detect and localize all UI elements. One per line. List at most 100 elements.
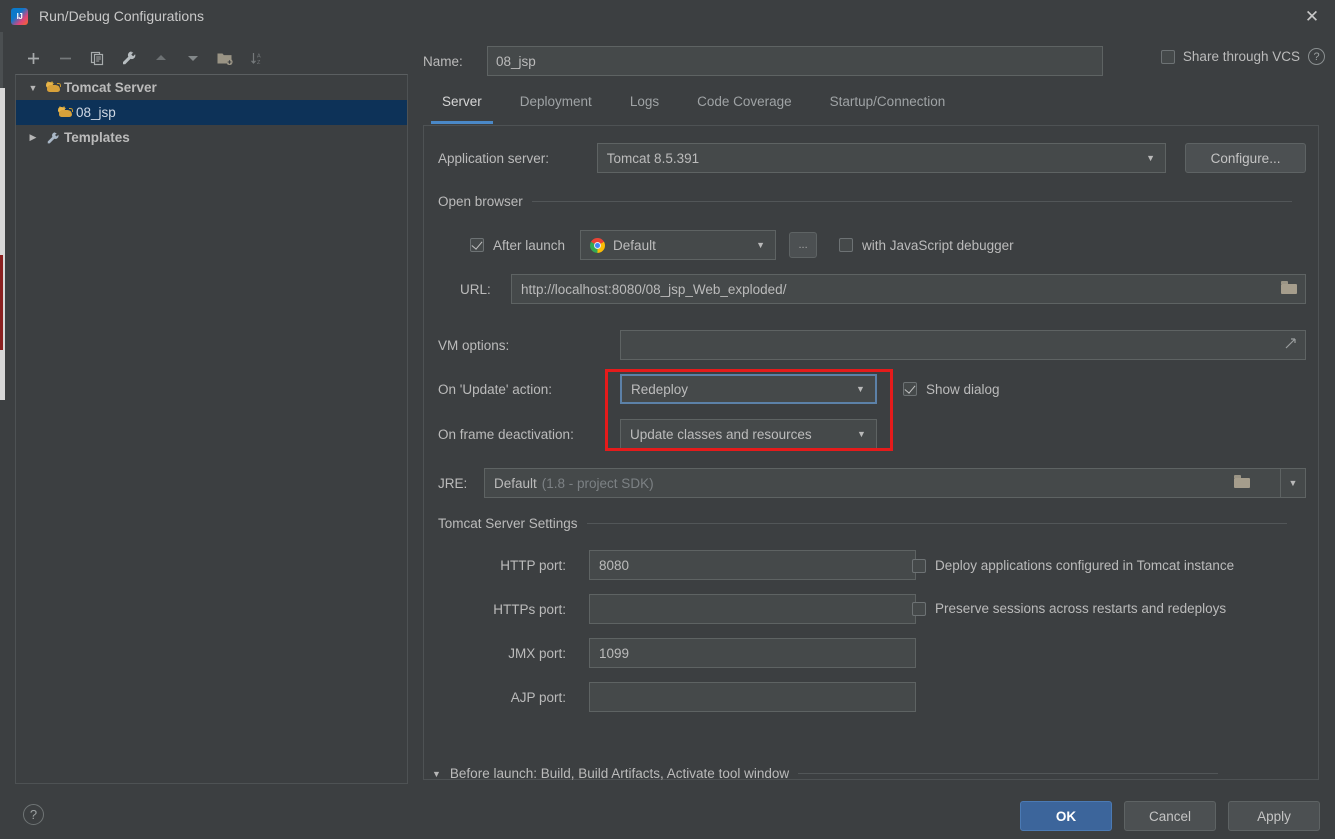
share-through-vcs-checkbox[interactable] xyxy=(1160,49,1175,64)
chevron-down-icon[interactable]: ▼ xyxy=(1285,478,1302,488)
vm-options-input[interactable] xyxy=(620,330,1306,360)
on-frame-deactivation-value: Update classes and resources xyxy=(630,426,812,442)
http-port-input[interactable]: 8080 xyxy=(589,550,916,580)
svg-text:Z: Z xyxy=(257,60,261,66)
url-row: URL: http://localhost:8080/08_jsp_Web_ex… xyxy=(460,274,1306,304)
show-dialog-label: Show dialog xyxy=(926,381,1000,397)
create-folder-button[interactable] xyxy=(210,45,240,71)
on-update-action-row: On 'Update' action: Redeploy ▼ Show dial… xyxy=(438,374,1000,404)
chevron-down-icon[interactable]: ▼ xyxy=(24,83,42,93)
on-update-action-combo[interactable]: Redeploy ▼ xyxy=(620,374,877,404)
intellij-idea-icon xyxy=(11,7,28,25)
folder-icon[interactable] xyxy=(1281,281,1297,297)
https-port-input[interactable] xyxy=(589,594,916,624)
chrome-icon xyxy=(590,237,606,253)
jmx-port-input[interactable]: 1099 xyxy=(589,638,916,668)
tree-item-label: 08_jsp xyxy=(76,105,116,120)
tree-item-label: Tomcat Server xyxy=(64,80,157,95)
expand-icon[interactable] xyxy=(1284,337,1297,353)
js-debugger-checkbox[interactable] xyxy=(839,238,854,252)
after-launch-checkbox[interactable] xyxy=(470,238,484,252)
open-browser-label: Open browser xyxy=(438,194,523,209)
add-configuration-button[interactable] xyxy=(18,45,48,71)
tab-server[interactable]: Server xyxy=(423,90,501,124)
configurations-sidebar: A Z ▼ Tomcat Server 08_jsp ▶ Templates xyxy=(15,44,408,784)
apply-button[interactable]: Apply xyxy=(1228,801,1320,831)
tab-startup-connection[interactable]: Startup/Connection xyxy=(811,90,965,123)
chevron-down-icon[interactable]: ▼ xyxy=(1142,153,1159,163)
jre-value: Default xyxy=(494,475,537,491)
application-server-label: Application server: xyxy=(438,150,550,166)
divider xyxy=(531,201,1292,202)
show-dialog-checkbox[interactable] xyxy=(903,382,917,396)
ajp-port-row: AJP port: xyxy=(462,682,916,712)
browser-settings-button[interactable]: ... xyxy=(789,232,818,258)
remove-configuration-button[interactable] xyxy=(50,45,80,71)
tab-deployment[interactable]: Deployment xyxy=(501,90,611,123)
help-icon[interactable]: ? xyxy=(1308,48,1325,65)
chevron-down-icon[interactable]: ▼ xyxy=(852,384,869,394)
on-update-action-label: On 'Update' action: xyxy=(438,381,552,397)
title-bar: Run/Debug Configurations ✕ xyxy=(0,0,1335,32)
on-frame-deactivation-combo[interactable]: Update classes and resources ▼ xyxy=(620,419,877,449)
after-launch-label: After launch xyxy=(493,237,566,253)
share-through-vcs-row: Share through VCS ? xyxy=(1160,48,1325,65)
close-icon[interactable]: ✕ xyxy=(1289,0,1335,32)
ok-button[interactable]: OK xyxy=(1020,801,1112,831)
ajp-port-input[interactable] xyxy=(589,682,916,712)
jmx-port-label: JMX port: xyxy=(508,645,566,661)
tomcat-settings-group-title: Tomcat Server Settings xyxy=(438,516,1306,531)
move-down-button[interactable] xyxy=(178,45,208,71)
folder-icon[interactable] xyxy=(1234,475,1250,491)
open-browser-group-title: Open browser xyxy=(438,194,1306,209)
tomcat-icon xyxy=(54,106,76,119)
preserve-sessions-checkbox[interactable] xyxy=(912,601,926,616)
on-frame-deactivation-row: On frame deactivation: Update classes an… xyxy=(438,419,877,449)
tab-code-coverage[interactable]: Code Coverage xyxy=(678,90,811,123)
move-up-button[interactable] xyxy=(146,45,176,71)
chevron-down-icon[interactable]: ▼ xyxy=(853,429,870,439)
jre-label: JRE: xyxy=(438,475,468,491)
divider xyxy=(798,773,1219,774)
run-debug-configurations-dialog: Run/Debug Configurations ✕ xyxy=(0,0,1335,839)
tomcat-icon xyxy=(42,81,64,94)
vm-options-label: VM options: xyxy=(438,337,510,353)
jre-input[interactable]: Default (1.8 - project SDK) xyxy=(484,468,1281,498)
js-debugger-label: with JavaScript debugger xyxy=(862,237,1014,253)
window-title: Run/Debug Configurations xyxy=(39,8,204,24)
tab-logs[interactable]: Logs xyxy=(611,90,678,123)
configure-button[interactable]: Configure... xyxy=(1185,143,1306,173)
preserve-sessions-label: Preserve sessions across restarts and re… xyxy=(935,601,1227,616)
cancel-button[interactable]: Cancel xyxy=(1124,801,1216,831)
url-input[interactable]: http://localhost:8080/08_jsp_Web_explode… xyxy=(511,274,1306,304)
name-label: Name: xyxy=(423,53,463,69)
application-server-combo[interactable]: Tomcat 8.5.391 ▼ xyxy=(596,143,1167,173)
configurations-tree[interactable]: ▼ Tomcat Server 08_jsp ▶ Templates xyxy=(15,74,408,784)
browser-combo[interactable]: Default ▼ xyxy=(580,230,777,260)
jre-row: JRE: Default (1.8 - project SDK) ▼ xyxy=(438,468,1306,498)
svg-text:A: A xyxy=(257,53,261,59)
background-scrollbar-thumb[interactable] xyxy=(0,88,5,400)
tree-item-templates[interactable]: ▶ Templates xyxy=(16,125,407,150)
edit-templates-wrench-icon[interactable] xyxy=(114,45,144,71)
deploy-applications-label: Deploy applications configured in Tomcat… xyxy=(935,558,1235,573)
http-port-row: HTTP port: 8080 xyxy=(462,550,916,580)
tree-item-tomcat-server[interactable]: ▼ Tomcat Server xyxy=(16,75,407,100)
chevron-down-icon[interactable]: ▼ xyxy=(432,769,441,779)
tree-item-08-jsp[interactable]: 08_jsp xyxy=(16,100,407,125)
sidebar-toolbar: A Z xyxy=(15,44,408,72)
before-launch-section[interactable]: ▼ Before launch: Build, Build Artifacts,… xyxy=(432,766,1219,781)
deploy-applications-checkbox[interactable] xyxy=(912,558,926,573)
window-left-edge xyxy=(0,32,3,88)
url-label: URL: xyxy=(460,281,491,297)
browser-value: Default xyxy=(613,237,656,253)
help-icon[interactable]: ? xyxy=(23,804,44,825)
after-launch-row: After launch Default ▼ ... with JavaScri… xyxy=(470,230,1014,260)
sort-configurations-button[interactable]: A Z xyxy=(242,45,272,71)
copy-configuration-button[interactable] xyxy=(82,45,112,71)
jre-dropdown-button[interactable]: ▼ xyxy=(1280,468,1306,498)
chevron-right-icon[interactable]: ▶ xyxy=(24,132,42,143)
chevron-down-icon[interactable]: ▼ xyxy=(752,240,769,250)
footer-buttons: OK Cancel Apply xyxy=(1020,801,1320,831)
name-input[interactable]: 08_jsp xyxy=(487,46,1103,76)
